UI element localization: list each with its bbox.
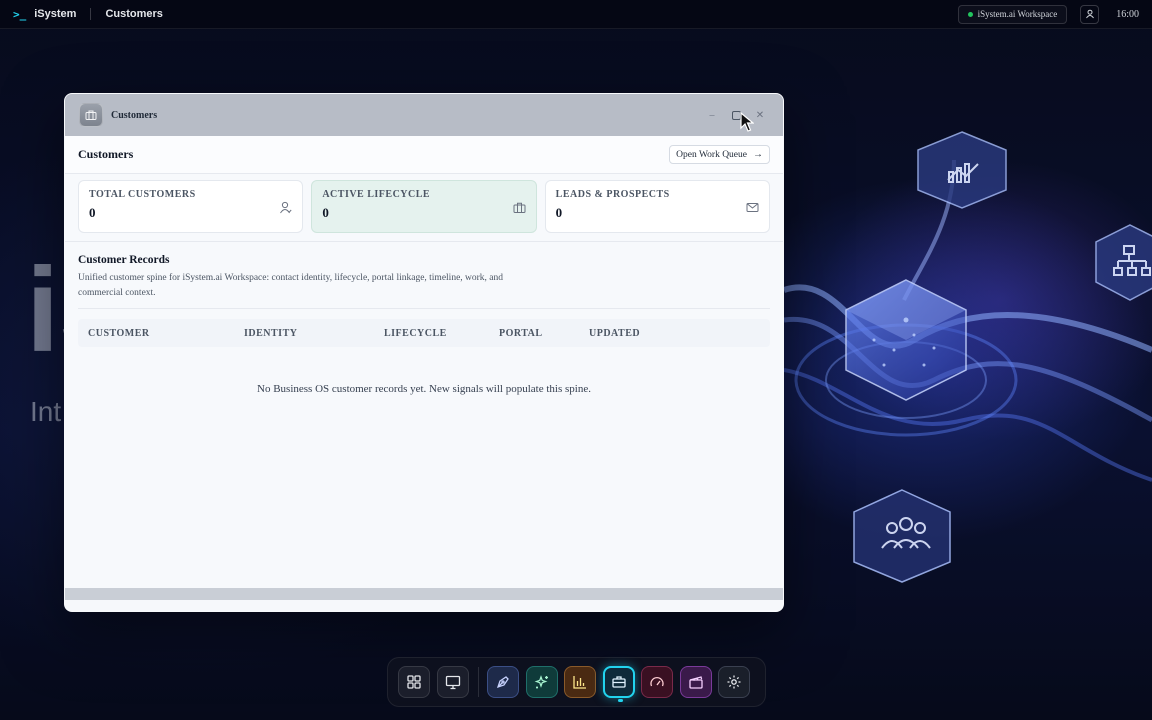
stat-label: ACTIVE LIFECYCLE [322, 189, 431, 200]
dock-customers-button[interactable] [602, 666, 635, 702]
gauge-icon [650, 676, 664, 687]
stat-value: 0 [89, 205, 96, 220]
gear-icon [727, 675, 741, 689]
column-header-identity[interactable]: IDENTITY [244, 328, 384, 339]
workspace-label: iSystem.ai Workspace [977, 9, 1058, 19]
records-title: Customer Records [78, 254, 170, 266]
user-account-button[interactable] [1080, 4, 1100, 24]
open-work-queue-label: Open Work Queue [676, 149, 747, 160]
dock [387, 657, 766, 707]
dock-analytics-button[interactable] [564, 666, 596, 698]
records-description: Unified customer spine for iSystem.ai Wo… [78, 273, 504, 298]
dock-settings-button[interactable] [718, 666, 750, 698]
customers-window: Customers – ✕ Customers Open Work Queue … [64, 93, 784, 612]
stat-label: LEADS & PROSPECTS [555, 189, 670, 200]
window-footer [65, 588, 783, 600]
briefcase-icon [79, 103, 103, 127]
sparkles-icon [534, 675, 548, 689]
monitor-icon [445, 675, 460, 690]
clock: 16:00 [1116, 8, 1139, 20]
column-header-lifecycle[interactable]: LIFECYCLE [384, 328, 499, 339]
grid-icon [407, 675, 421, 689]
column-header-portal[interactable]: PORTAL [499, 328, 589, 339]
dock-ai-button[interactable] [525, 666, 558, 698]
briefcase-icon [611, 676, 626, 688]
window-content: Customers Open Work Queue → TOTAL CUSTOM… [65, 136, 783, 600]
bar-chart-icon [573, 676, 586, 689]
topbar-right: iSystem.ai Workspace 16:00 [957, 4, 1152, 24]
stat-value: 0 [555, 205, 563, 220]
briefcase-icon [513, 202, 526, 213]
user-icon [1085, 9, 1094, 19]
arrow-right-icon: → [753, 149, 763, 160]
dock-media-button[interactable] [679, 666, 712, 698]
brand-label: iSystem [34, 8, 77, 20]
minimize-icon: – [709, 109, 715, 121]
dock-divider [478, 667, 479, 697]
stat-label: TOTAL CUSTOMERS [89, 189, 196, 200]
empty-state-message: No Business OS customer records yet. New… [257, 383, 591, 395]
column-header-customer[interactable]: CUSTOMER [88, 328, 244, 339]
dock-performance-button[interactable] [641, 666, 673, 698]
mouse-cursor-icon [740, 112, 754, 132]
minimize-button[interactable]: – [705, 108, 719, 122]
clapperboard-icon [688, 676, 703, 689]
stat-value: 0 [322, 205, 329, 220]
stats-row: TOTAL CUSTOMERS 0 ACTIVE LIFECYCLE 0 LEA… [65, 174, 783, 233]
open-work-queue-button[interactable]: Open Work Queue → [669, 145, 770, 164]
status-dot-icon [967, 11, 973, 17]
background-tagline-text: Int [30, 396, 62, 427]
dock-apps-button[interactable] [398, 666, 430, 698]
page-header: Customers Open Work Queue → [65, 136, 783, 174]
window-title: Customers [111, 109, 158, 121]
brand[interactable]: >_ iSystem [13, 8, 76, 21]
dock-desktop-button[interactable] [436, 666, 469, 698]
customer-records-section: Customer Records Unified customer spine … [65, 241, 783, 395]
workspace-selector[interactable]: iSystem.ai Workspace [957, 4, 1068, 24]
top-bar: >_ iSystem Customers iSystem.ai Workspac… [0, 0, 1152, 29]
stat-card-leads-prospects[interactable]: LEADS & PROSPECTS 0 [544, 180, 770, 233]
stat-card-total-customers[interactable]: TOTAL CUSTOMERS 0 [78, 180, 304, 233]
dock-design-button[interactable] [487, 666, 519, 698]
close-button[interactable]: ✕ [753, 108, 767, 122]
table-header: CUSTOMER IDENTITY LIFECYCLE PORTAL UPDAT… [78, 319, 770, 347]
mail-icon [746, 203, 759, 212]
user-icon [280, 201, 292, 214]
stat-card-active-lifecycle[interactable]: ACTIVE LIFECYCLE 0 [311, 180, 537, 233]
pen-icon [496, 676, 509, 689]
column-header-updated[interactable]: UPDATED [589, 328, 679, 339]
background-network-artwork [784, 131, 1152, 583]
breadcrumb: Customers [105, 8, 163, 20]
topbar-divider [90, 8, 92, 20]
window-controls: – ✕ [705, 108, 767, 122]
records-divider [78, 308, 770, 309]
active-indicator [617, 699, 623, 702]
page-title: Customers [78, 147, 134, 161]
window-titlebar[interactable]: Customers – ✕ [65, 94, 783, 136]
terminal-prompt-icon: >_ [13, 7, 27, 21]
close-icon: ✕ [755, 109, 765, 121]
